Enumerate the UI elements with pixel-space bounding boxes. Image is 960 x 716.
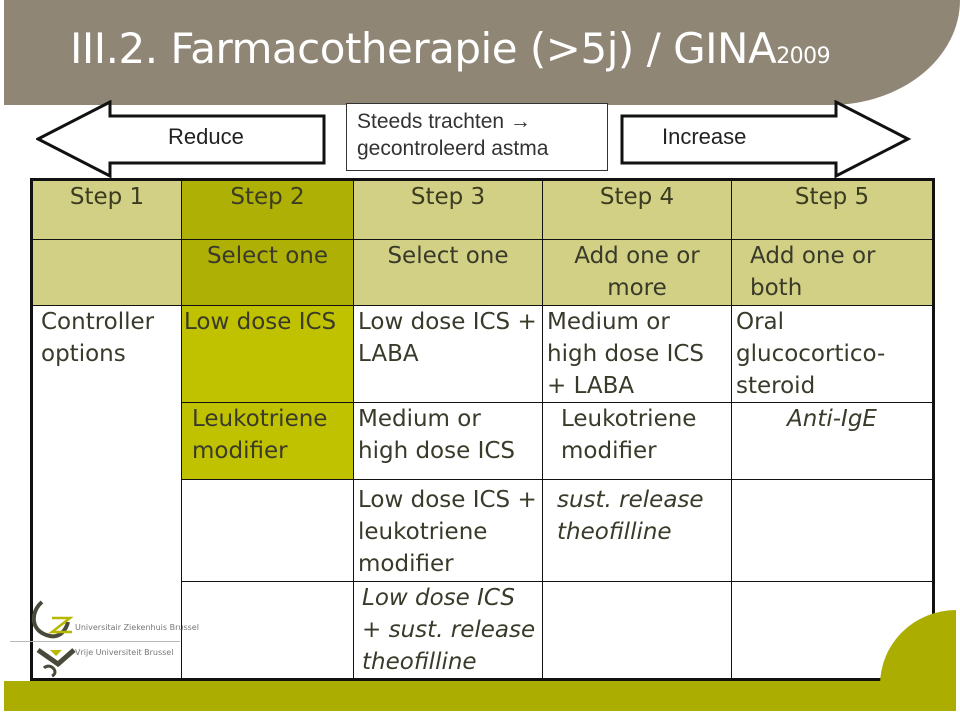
step-2-header: Step 2 — [181, 179, 354, 240]
selection-empty — [31, 239, 182, 306]
step-4-header: Step 4 — [542, 179, 732, 240]
logo-divider — [10, 641, 180, 642]
uz-brussel-logo-icon — [31, 600, 76, 678]
cell: Low dose ICS + leukotriene modifier — [353, 479, 543, 582]
cell: Oral glucocortico-steroid — [731, 305, 934, 403]
note-box: Steeds trachten → gecontroleerd astma — [346, 103, 608, 171]
step-1-header: Step 1 — [31, 179, 182, 240]
table-row: Controller options Low dose ICS Low dose… — [31, 305, 934, 680]
step-4-selection: Add one or more — [542, 239, 732, 306]
cell: Medium or high dose ICS + LABA — [542, 305, 732, 403]
cell — [731, 479, 934, 582]
step-5-header: Step 5 — [731, 179, 934, 240]
cell: sust. release theofilline — [542, 479, 732, 582]
title-text: III.2. Farmacotherapie (>5j) / GINA — [70, 24, 777, 73]
step-5-selection: Add one or both — [731, 239, 934, 306]
cell: Low dose ICS — [181, 305, 354, 403]
note-line-2: gecontroleerd astma — [357, 137, 549, 160]
reduce-label: Reduce — [168, 124, 244, 149]
note-line-1: Steeds trachten → — [357, 110, 531, 133]
footer-band — [4, 681, 956, 711]
cell: Low dose ICS + LABA — [353, 305, 543, 403]
step-2-selection: Select one — [181, 239, 354, 306]
step-3-selection: Select one — [353, 239, 543, 306]
cell: Anti-IgE — [731, 402, 934, 480]
steps-header-row: Step 1 Step 2 Step 3 Step 4 Step 5 — [31, 179, 934, 240]
slide-title: III.2. Farmacotherapie (>5j) / GINA2009 — [70, 24, 831, 73]
cell: Leukotriene modifier — [181, 402, 354, 480]
step-3-header: Step 3 — [353, 179, 543, 240]
cell: Medium or high dose ICS — [353, 402, 543, 480]
vub-logo-text: Vrije Universiteit Brussel — [75, 648, 174, 657]
cell: Low dose ICS + sust. release theofilline — [353, 581, 543, 680]
uz-logo-text: Universitair Ziekenhuis Brussel — [75, 623, 199, 632]
cell — [181, 479, 354, 582]
cell — [542, 581, 732, 680]
cell: Leukotriene modifier — [542, 402, 732, 480]
selection-row: Select one Select one Add one or more Ad… — [31, 239, 934, 306]
title-suffix: 2009 — [776, 44, 831, 69]
cell — [181, 581, 354, 680]
increase-label: Increase — [662, 124, 747, 149]
